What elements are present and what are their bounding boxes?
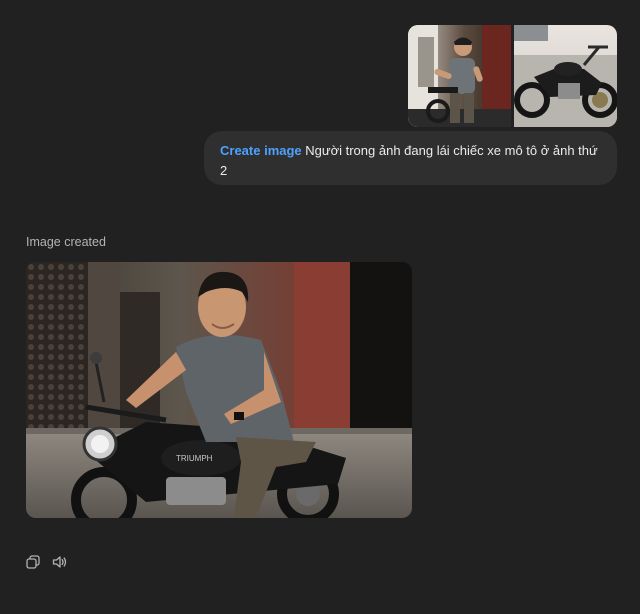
generated-image[interactable]: TRIUMPH — [26, 262, 412, 518]
create-image-tool-tag[interactable]: Create image — [220, 143, 302, 158]
attachment-thumbnails — [408, 25, 617, 127]
tank-brand-text: TRIUMPH — [176, 454, 213, 463]
speaker-icon — [52, 556, 66, 568]
copy-button[interactable] — [25, 554, 41, 570]
copy-icon — [26, 555, 40, 569]
read-aloud-button[interactable] — [51, 554, 67, 570]
chat-page: Create image Người trong ảnh đang lái ch… — [0, 0, 640, 614]
attachment-person-photo[interactable] — [408, 25, 511, 127]
attachment-motorcycle-photo[interactable] — [514, 25, 617, 127]
message-actions — [25, 554, 67, 570]
user-message-bubble: Create image Người trong ảnh đang lái ch… — [204, 131, 617, 185]
image-created-status: Image created — [26, 235, 106, 249]
